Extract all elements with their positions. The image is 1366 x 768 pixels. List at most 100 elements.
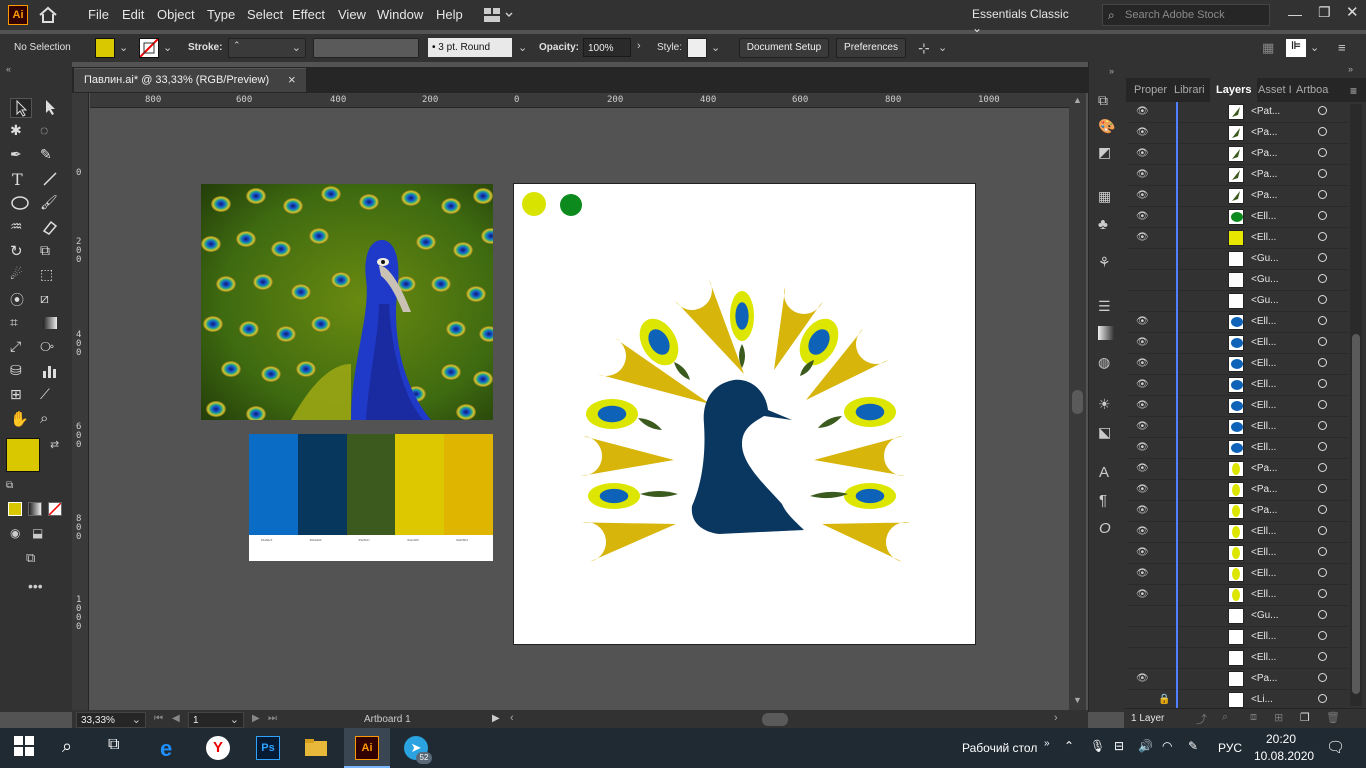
layers-menu-icon[interactable]: ≡ — [1350, 84, 1357, 98]
stroke-panel-icon[interactable]: ☰ — [1098, 298, 1111, 315]
document-setup-button[interactable]: Document Setup — [739, 38, 829, 58]
artboard-tool-icon[interactable]: ⊞ — [10, 386, 32, 406]
target-icon[interactable] — [1318, 337, 1327, 346]
color-mode-icon[interactable] — [8, 502, 22, 516]
target-icon[interactable] — [1318, 400, 1327, 409]
target-icon[interactable] — [1318, 463, 1327, 472]
pen-tool-icon[interactable]: ✒ — [10, 146, 32, 166]
target-icon[interactable] — [1318, 127, 1327, 136]
line-tool-icon[interactable] — [40, 170, 62, 190]
menu-effect[interactable]: Effect — [292, 7, 325, 22]
layer-name[interactable]: <Ell... — [1251, 211, 1276, 222]
eye-icon[interactable]: 👁 — [1136, 484, 1149, 495]
layers-scrollbar[interactable] — [1350, 104, 1362, 706]
delete-layer-icon[interactable]: 🗑 — [1326, 711, 1340, 724]
task-view-icon[interactable]: ⧉ — [108, 736, 132, 760]
collapse-icon[interactable]: « — [6, 64, 11, 74]
eye-icon[interactable]: 👁 — [1136, 463, 1149, 474]
chevron-down-icon[interactable]: ⌄ — [119, 41, 128, 54]
layer-row[interactable]: 👁 <Pa... — [1128, 144, 1348, 165]
target-icon[interactable] — [1318, 526, 1327, 535]
prev-artboard-icon[interactable]: ◀ — [172, 713, 180, 724]
target-icon[interactable] — [1318, 442, 1327, 451]
layer-row[interactable]: <Ell... — [1128, 627, 1348, 648]
target-icon[interactable] — [1318, 694, 1327, 703]
target-icon[interactable] — [1318, 484, 1327, 493]
close-icon[interactable]: ✕ — [1346, 3, 1359, 21]
fill-color-box[interactable] — [6, 438, 40, 472]
next-artboard-icon[interactable]: ▶ — [252, 713, 260, 724]
variable-width-profile[interactable] — [313, 38, 419, 58]
desktop-label[interactable]: Рабочий стол — [962, 741, 1037, 755]
free-transform-tool-icon[interactable]: ⬚ — [40, 266, 62, 286]
gradient-tool-icon[interactable] — [40, 314, 62, 334]
more-tools-icon[interactable]: ••• — [28, 578, 43, 594]
input-language[interactable]: РУС — [1218, 741, 1242, 755]
preferences-button[interactable]: Preferences — [836, 38, 906, 58]
panel-tab-layers[interactable]: Layers — [1210, 78, 1258, 102]
layer-row[interactable]: <Ell... — [1128, 648, 1348, 669]
home-icon[interactable] — [38, 6, 58, 24]
layer-name[interactable]: <Ell... — [1251, 568, 1276, 579]
layer-row[interactable]: 👁 <Pa... — [1128, 459, 1348, 480]
chevron-right-icon[interactable]: › — [637, 40, 641, 52]
windows-start-icon[interactable] — [14, 736, 38, 760]
layer-row[interactable]: 👁 <Pa... — [1128, 480, 1348, 501]
target-icon[interactable] — [1318, 358, 1327, 367]
selection-tool-icon[interactable] — [10, 98, 32, 118]
menu-window[interactable]: Window — [377, 7, 423, 22]
style-swatch[interactable] — [687, 38, 707, 58]
target-icon[interactable] — [1318, 652, 1327, 661]
hand-tool-icon[interactable]: ✋ — [10, 410, 32, 430]
layer-name[interactable]: <Ell... — [1251, 400, 1276, 411]
scroll-down-icon[interactable]: ▼ — [1073, 695, 1082, 705]
target-icon[interactable] — [1318, 610, 1327, 619]
layer-name[interactable]: <Gu... — [1251, 253, 1279, 264]
lock-icon[interactable]: 🔒 — [1158, 694, 1170, 705]
peacock-photo[interactable] — [201, 184, 493, 420]
menu-select[interactable]: Select — [247, 7, 283, 22]
layer-name[interactable]: <Pa... — [1251, 673, 1277, 684]
layer-row[interactable]: 👁 <Pa... — [1128, 165, 1348, 186]
notifications-icon[interactable]: 🗨 — [1326, 738, 1345, 756]
target-icon[interactable] — [1318, 673, 1327, 682]
layer-name[interactable]: <Pat... — [1251, 106, 1280, 117]
layer-name[interactable]: <Ell... — [1251, 316, 1276, 327]
eye-icon[interactable]: 👁 — [1136, 547, 1149, 558]
layer-row[interactable]: 👁 <Ell... — [1128, 417, 1348, 438]
eye-icon[interactable]: 👁 — [1136, 337, 1149, 348]
arrange-icon[interactable]: ▦ — [1262, 40, 1274, 56]
chevron-down-icon[interactable]: ⌄ — [711, 41, 720, 54]
eye-icon[interactable]: 👁 — [1136, 316, 1149, 327]
hscroll-right-icon[interactable]: › — [1054, 712, 1058, 724]
scroll-up-icon[interactable]: ▲ — [1073, 95, 1082, 105]
clock-date[interactable]: 10.08.2020 — [1254, 749, 1314, 763]
lasso-tool-icon[interactable]: ◌ — [40, 122, 62, 142]
pen-icon[interactable]: ✎ — [1188, 739, 1198, 753]
scroll-thumb[interactable] — [1072, 390, 1083, 414]
collect-export-icon[interactable]: ⤴ — [1196, 711, 1207, 727]
default-colors-icon[interactable]: ⧉ — [6, 480, 13, 491]
hamburger-icon[interactable]: ≡ — [1338, 40, 1346, 55]
target-icon[interactable] — [1318, 106, 1327, 115]
eye-icon[interactable]: 👁 — [1136, 505, 1149, 516]
clipping-mask-icon[interactable]: ⧈ — [1250, 711, 1257, 724]
layer-name[interactable]: <Pa... — [1251, 190, 1277, 201]
eraser-tool-icon[interactable] — [40, 218, 62, 238]
layer-name[interactable]: <Li... — [1251, 694, 1273, 705]
layer-row[interactable]: 👁 <Ell... — [1128, 354, 1348, 375]
eyedropper-tool-icon[interactable]: ⤢ — [10, 338, 32, 358]
layer-name[interactable]: <Gu... — [1251, 610, 1279, 621]
vertical-scrollbar[interactable]: ▲ ▼ — [1069, 93, 1086, 710]
canvas[interactable]: #1a6bc1 #0b3a63 #3e5b1f #dccb05 #e0b603 — [90, 109, 1068, 710]
layer-row[interactable]: 👁 <Ell... — [1128, 543, 1348, 564]
target-icon[interactable] — [1318, 253, 1327, 262]
layer-name[interactable]: <Pa... — [1251, 463, 1277, 474]
swatches-panel-icon[interactable]: ▦ — [1098, 188, 1111, 205]
layer-row[interactable]: 👁 <Ell... — [1128, 228, 1348, 249]
paragraph-panel-icon[interactable]: ¶ — [1099, 492, 1107, 509]
layer-row[interactable]: 👁 <Ell... — [1128, 312, 1348, 333]
target-icon[interactable] — [1318, 274, 1327, 283]
layer-row[interactable]: 👁 <Pa... — [1128, 669, 1348, 690]
eye-icon[interactable]: 👁 — [1136, 148, 1149, 159]
